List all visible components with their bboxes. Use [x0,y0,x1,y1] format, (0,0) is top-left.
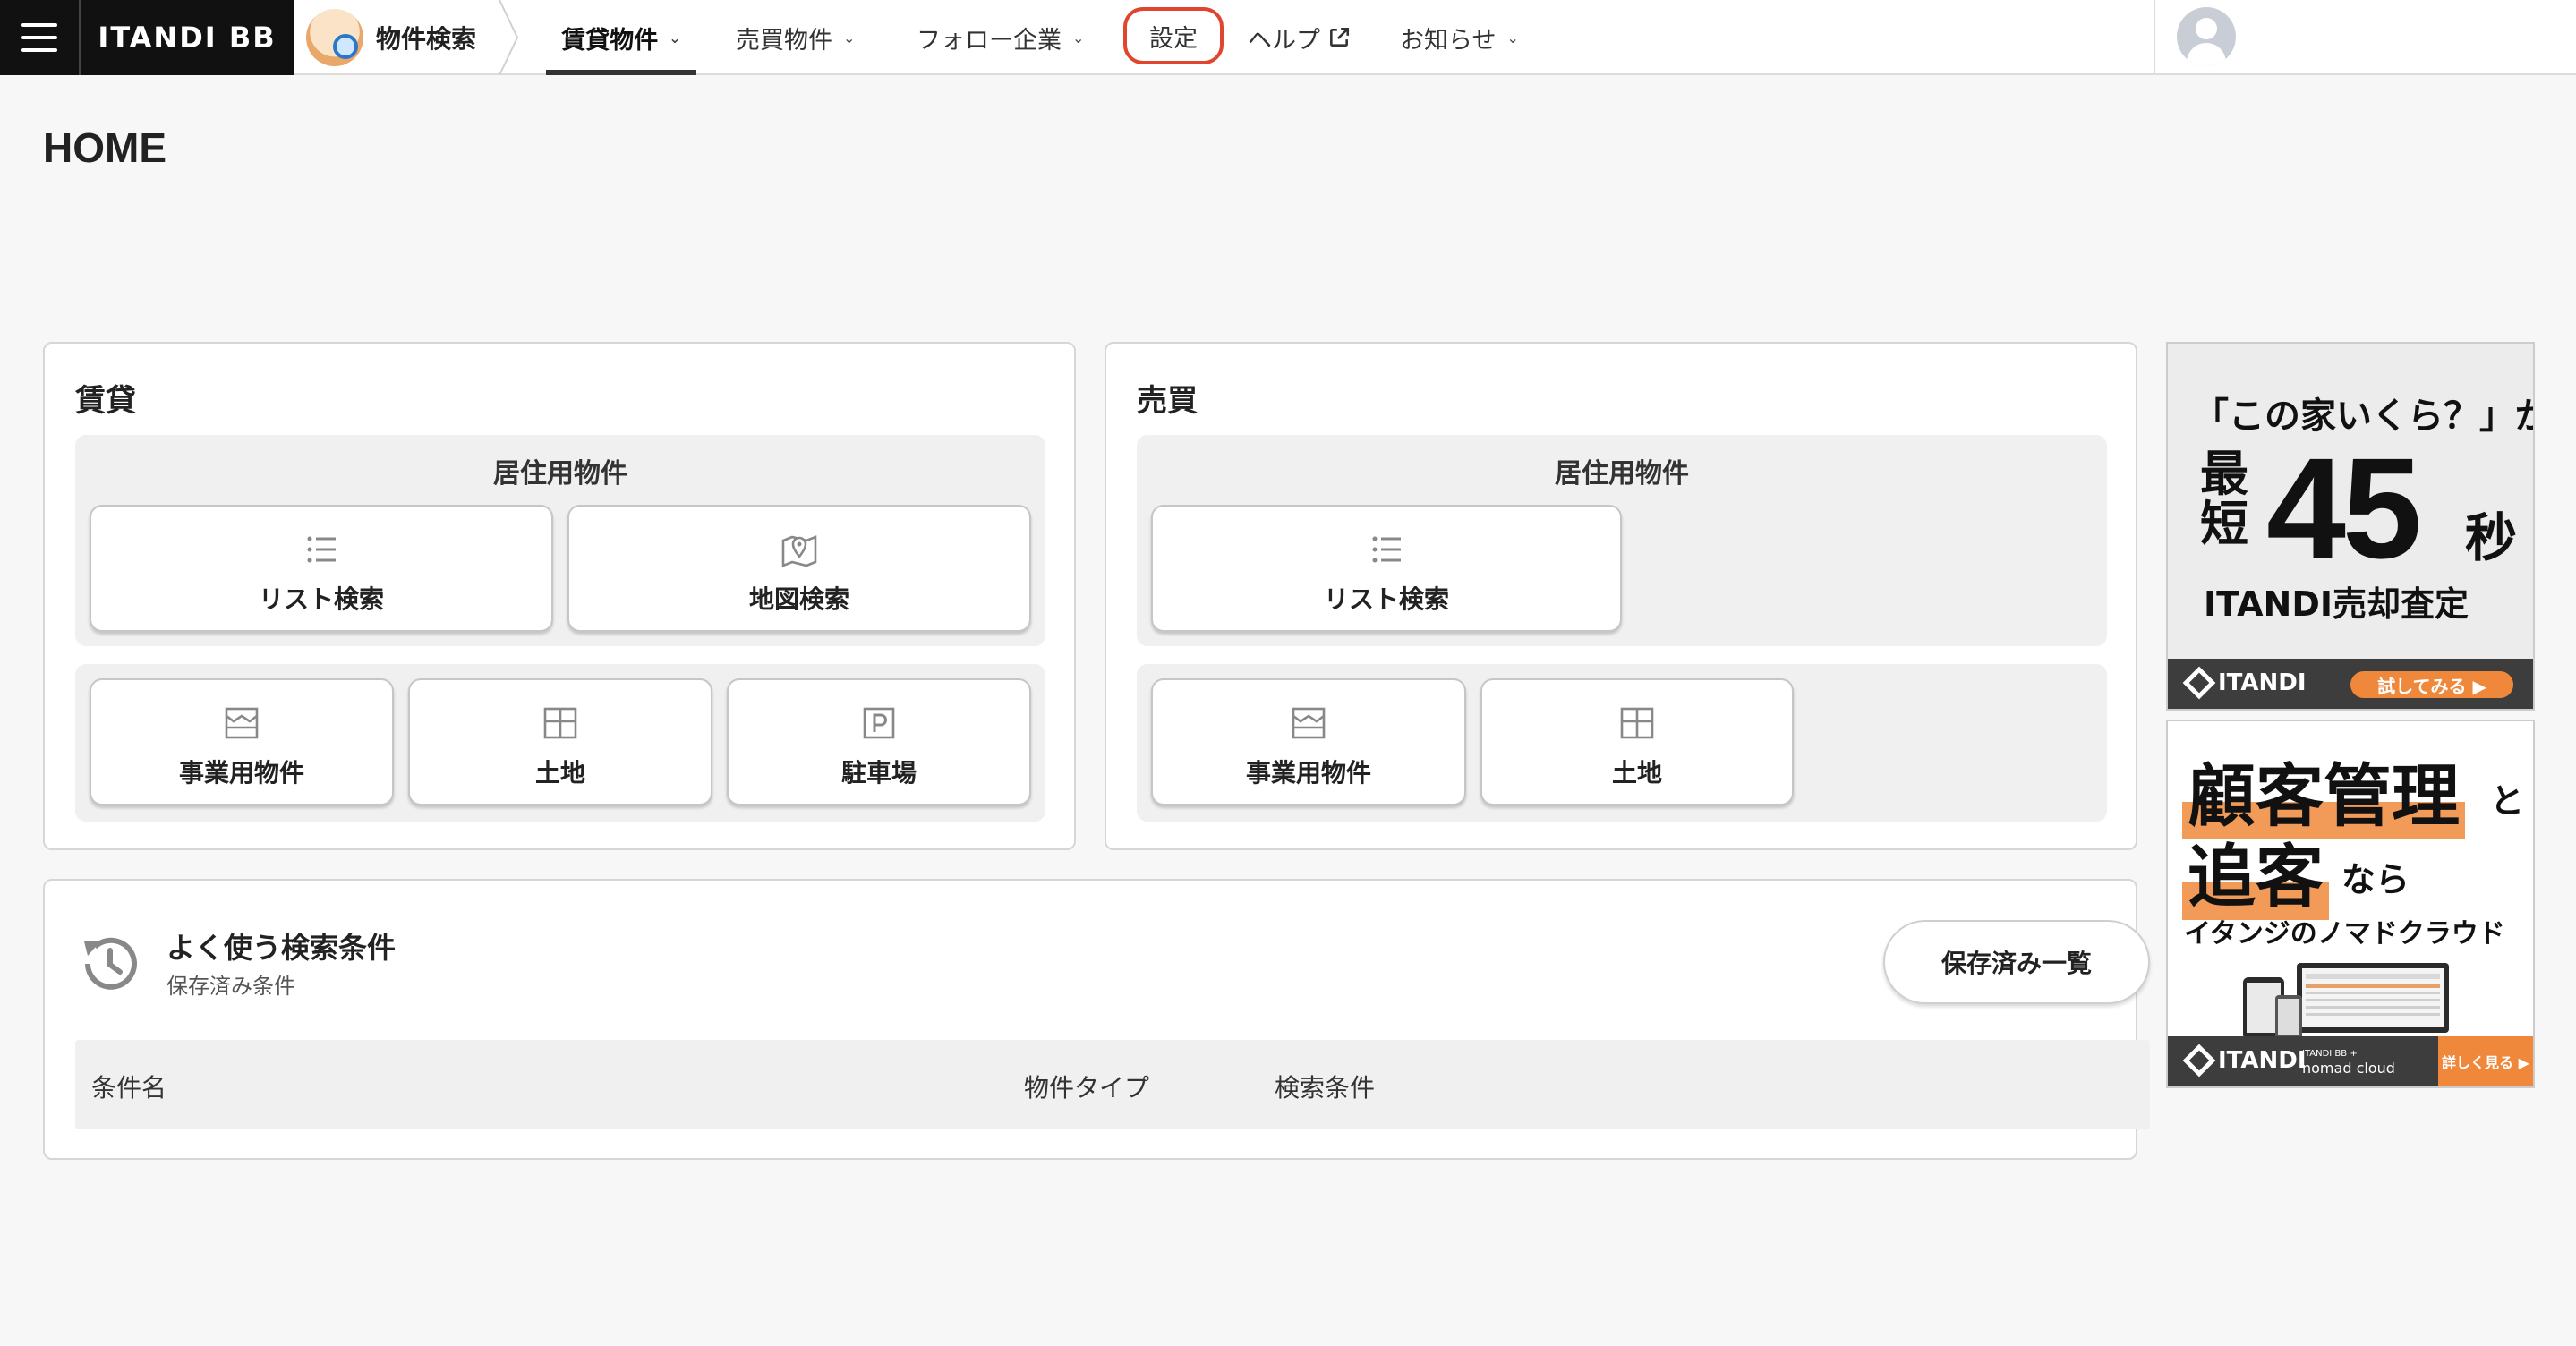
ad2-details-button[interactable]: 詳しく見る ▶ [2438,1036,2533,1086]
chevron-down-icon: ⌄ [1506,29,1519,47]
rental-map-search-label: 地図検索 [748,584,849,614]
app-tab-label: 物件検索 [376,24,477,54]
nav-help-label: ヘルプ [1248,26,1320,55]
nav-sales-properties[interactable]: 売買物件 ⌄ [736,0,855,75]
rental-land-button[interactable]: 土地 [408,678,712,805]
saved-list-button[interactable]: 保存済み一覧 [1883,920,2150,1004]
ad-seconds-unit: 秒 [2465,507,2518,568]
saved-searches-title: よく使う検索条件 [166,931,397,965]
brand-logo[interactable]: ITANDI BB [79,0,294,75]
parking-icon [863,707,895,739]
rental-list-search-label: リスト検索 [258,584,384,614]
rental-residential-group: 居住用物件 リスト検索 地図検索 [75,435,1045,646]
map-pin-icon [781,535,817,567]
itandi-logo-text: ITANDI [2218,1047,2307,1074]
itandi-diamond-icon [2182,1044,2216,1078]
rental-card-title: 賃貸 [75,383,136,419]
chevron-down-icon: ⌄ [669,29,681,47]
nav-settings[interactable]: 設定 [1123,7,1224,64]
nav-follow-label: フォロー企業 [917,26,1062,55]
nomad-cloud-label: nomad cloud [2302,1060,2395,1077]
nav-rental-label: 賃貸物件 [561,26,659,55]
nav-notices[interactable]: お知らせ ⌄ [1400,0,1519,75]
external-link-icon [1330,27,1350,47]
itandi-diamond-icon [2182,666,2216,700]
sales-residential-group: 居住用物件 リスト検索 [1137,435,2107,646]
ad2-headline-2: 追客 [2182,822,2329,920]
rental-parking-button[interactable]: 駐車場 [727,678,1031,805]
rental-parking-label: 駐車場 [840,758,917,788]
land-plot-icon [543,707,577,739]
nav-sales-label: 売買物件 [736,26,832,55]
ad-shortest-label: 最短 [2200,446,2248,552]
nomad-cloud-logo: ITANDI BB + nomad cloud [2302,1047,2395,1076]
nav-notices-label: お知らせ [1400,26,1497,55]
devices-illustration-icon [2243,963,2449,1040]
rental-residential-title: 居住用物件 [493,458,627,490]
mascot-search-icon [306,9,363,66]
chevron-down-icon: ⌄ [1072,29,1085,47]
breadcrumb-chevron-icon [499,0,519,75]
ad-banner-nomad-cloud[interactable]: 顧客管理 と 追客 なら イタンジのノマドクラウド ITANDI ITANDI … [2166,720,2535,1088]
top-navigation-bar: ITANDI BB 物件検索 賃貸物件 ⌄ 売買物件 ⌄ フォロー企業 ⌄ 設定… [0,0,2576,75]
nav-rental-properties[interactable]: 賃貸物件 ⌄ [546,0,696,75]
ad2-product-line: イタンジのノマドクラウド [2184,918,2505,950]
sales-list-search-button[interactable]: リスト検索 [1151,505,1622,632]
ad-product-name: ITANDI売却査定 [2204,584,2469,624]
rental-card: 賃貸 居住用物件 リスト検索 地図検索 事業用物件 土地 駐車場 [43,342,1076,850]
sales-business-button[interactable]: 事業用物件 [1151,678,1466,805]
user-area [2154,0,2576,75]
ad-footer: ITANDI 試してみる ▶ [2168,659,2533,709]
history-icon [84,937,137,990]
rental-list-search-button[interactable]: リスト検索 [90,505,553,632]
saved-searches-table-header: 条件名 物件タイプ 検索条件 [75,1040,2150,1129]
user-avatar-icon[interactable] [2177,7,2236,66]
sales-land-label: 土地 [1611,758,1662,788]
column-header-search-conditions[interactable]: 検索条件 [1275,1069,1375,1104]
nav-settings-label: 設定 [1149,24,1198,53]
sales-business-label: 事業用物件 [1245,758,1371,788]
itandi-logo-text: ITANDI [2218,669,2307,696]
sales-card: 売買 居住用物件 リスト検索 事業用物件 土地 [1105,342,2137,850]
rental-other-group: 事業用物件 土地 駐車場 [75,664,1045,822]
sales-residential-title: 居住用物件 [1555,458,1689,490]
rental-map-search-button[interactable]: 地図検索 [567,505,1031,632]
ad2-footer: ITANDI ITANDI BB + nomad cloud 詳しく見る ▶ [2168,1036,2533,1086]
sales-list-search-label: リスト検索 [1323,584,1449,614]
sales-card-title: 売買 [1137,383,1198,419]
ad-seconds-number: 45 [2266,428,2422,588]
saved-searches-card: よく使う検索条件 保存済み条件 保存済み一覧 条件名 物件タイプ 検索条件 [43,879,2150,1160]
hamburger-menu-icon[interactable] [0,0,79,75]
column-header-property-type[interactable]: 物件タイプ [1024,1069,1149,1104]
chevron-down-icon: ⌄ [843,29,856,47]
nav-follow-companies[interactable]: フォロー企業 ⌄ [917,0,1084,75]
rental-business-button[interactable]: 事業用物件 [90,678,394,805]
ad-try-button[interactable]: 試してみる ▶ [2350,671,2513,698]
page-title: HOME [43,124,166,171]
list-icon [307,536,336,563]
app-tab-property-search[interactable]: 物件検索 [294,0,519,75]
sales-other-group: 事業用物件 土地 [1137,664,2107,822]
itandi-logo: ITANDI [2182,666,2307,700]
saved-searches-subtitle: 保存済み条件 [166,974,295,999]
rental-business-label: 事業用物件 [178,758,304,788]
itandi-logo: ITANDI [2182,1044,2307,1078]
column-header-condition-name[interactable]: 条件名 [91,1069,166,1104]
sales-land-button[interactable]: 土地 [1480,678,1794,805]
list-icon [1372,536,1401,563]
ad-banner-sale-assessment[interactable]: 「この家いくら？」が 最短 45 秒 ITANDI売却査定 ITANDI 試して… [2166,342,2535,711]
shop-icon [1292,707,1326,739]
nav-help[interactable]: ヘルプ [1248,0,1351,75]
shop-icon [225,707,259,739]
ad2-particle-nara: なら [2341,860,2410,899]
land-plot-icon [1620,707,1654,739]
rental-land-label: 土地 [534,758,585,788]
ad2-particle-to: と [2490,781,2525,821]
